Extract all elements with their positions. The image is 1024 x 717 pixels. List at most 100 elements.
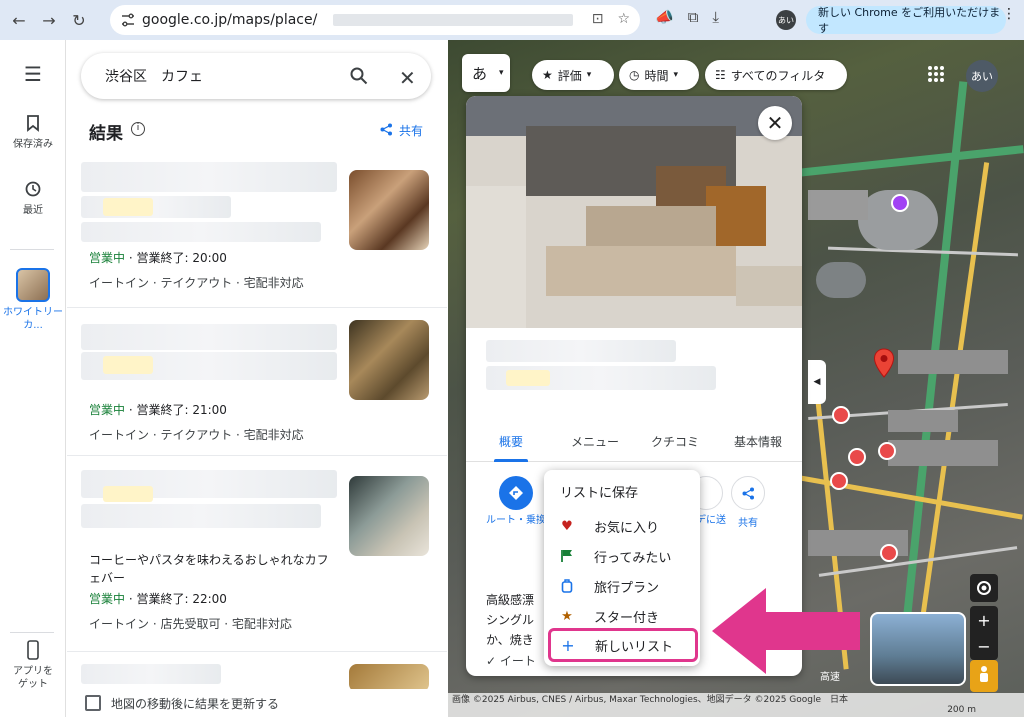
star-icon: ★ [542,68,553,82]
menu-item-new-list[interactable]: + 新しいリスト [548,628,698,662]
map-scale: 200 m [947,705,976,715]
place-photo [466,96,802,328]
open-label: 営業中 [89,592,126,606]
info-icon[interactable]: i [131,122,145,136]
street-view-pegman-icon[interactable] [970,660,998,692]
rail-recent[interactable]: 最近 [0,180,66,216]
all-filters-chip[interactable]: ☷ すべてのフィルタ [705,60,847,90]
redacted-rating [103,356,153,374]
place-tabs: 概要 メニュー クチコミ 基本情報 [466,422,802,462]
tab-about[interactable]: 基本情報 [716,422,800,461]
restaurant-marker[interactable] [832,406,850,424]
redacted-address [81,504,321,528]
update-on-move-checkbox[interactable] [85,695,101,711]
close-icon[interactable]: ✕ [399,66,416,90]
get-app-label: アプリをゲット [13,666,53,690]
selected-place-pin[interactable] [873,348,895,378]
street-view-thumbnail[interactable] [870,612,966,686]
suitcase-icon [558,579,576,593]
address-bar[interactable]: google.co.jp/maps/place/ ⊡ ☆ [110,5,640,35]
redacted-label [808,190,868,220]
extensions-icon[interactable]: ⧉ [688,8,699,26]
share-place-button[interactable]: 共有 [718,476,778,529]
collapse-panel-button[interactable]: ◀ [808,360,826,404]
url-redacted [333,14,574,26]
tab-overview[interactable]: 概要 [466,422,556,462]
url-text: google.co.jp/maps/place/ [142,12,318,28]
share-icon [731,476,765,510]
zoom-in-button[interactable]: + [970,606,998,634]
redacted-rating [103,486,153,502]
restaurant-marker[interactable] [878,442,896,460]
results-title: 結果 [89,124,123,144]
tune-icon: ☷ [715,68,726,82]
result-card[interactable]: 営業中 · 営業終了: 21:00 イートイン · テイクアウト · 宅配非対応 [67,308,447,456]
share-label: 共有 [398,124,423,138]
download-icon[interactable]: ⤓ [712,8,719,26]
purple-place-marker[interactable] [891,194,909,212]
rail-selected-place[interactable]: ホワイトリー カ... [0,268,66,332]
redacted-place-name [486,340,676,362]
search-input[interactable]: 渋谷区 カフェ [105,66,335,86]
closing-time: · 営業終了: 20:00 [125,251,227,265]
restaurant-marker[interactable] [848,448,866,466]
megaphone-icon[interactable]: 📣 [655,8,674,26]
menu-item-label: 旅行プラン [594,580,660,596]
get-app-button[interactable]: アプリをゲット [0,640,66,691]
my-location-button[interactable] [970,574,998,602]
menu-icon[interactable]: ☰ [0,62,66,86]
profile-avatar[interactable]: あい [776,10,796,30]
open-status: 営業中 · 営業終了: 21:00 [89,401,227,418]
menu-item-label: 新しいリスト [595,639,674,655]
tab-reviews[interactable]: クチコミ [634,422,716,461]
menu-item-favorites[interactable]: ♥ お気に入り [544,512,700,540]
menu-item-want-to-go[interactable]: 行ってみたい [544,542,700,570]
menu-item-travel-plans[interactable]: 旅行プラン [544,572,700,600]
search-icon[interactable] [349,66,369,89]
restaurant-marker[interactable] [880,544,898,562]
service-options: イートイン · 店先受取可 · 宅配非対応 [89,617,292,631]
result-card[interactable]: コーヒーやパスタを味わえるおしゃれなカフェバー 営業中 · 営業終了: 22:0… [67,456,447,652]
rating-chip-label: 評価 [557,68,582,83]
rating-filter-chip[interactable]: ★ 評価 ▾ [532,60,614,90]
result-card[interactable]: 営業中 · 営業終了: 20:00 イートイン · テイクアウト · 宅配非対応 [67,158,447,308]
result-card[interactable] [67,652,447,692]
install-app-icon[interactable]: ⊡ [592,11,604,27]
share-results-button[interactable]: 共有 [380,122,423,139]
bookmark-star-icon[interactable]: ☆ [617,11,630,27]
reload-icon[interactable]: ↻ [64,5,94,35]
share-place-label: 共有 [738,518,758,529]
forward-arrow-icon[interactable]: → [34,5,64,35]
save-menu-title: リストに保存 [560,486,639,501]
site-settings-icon[interactable] [114,12,142,28]
rail-saved[interactable]: 保存済み [0,114,66,150]
hours-filter-chip[interactable]: ◷ 時間 ▾ [619,60,699,90]
search-box[interactable]: 渋谷区 カフェ ✕ [81,53,431,99]
route-button[interactable]: ルート・乗換 [486,476,546,528]
more-menu-icon[interactable]: ⋮ [1002,6,1016,22]
service-options: イートイン · テイクアウト · 宅配非対応 [89,428,304,442]
close-card-button[interactable]: ✕ [758,106,792,140]
history-icon [0,180,66,201]
zoom-out-button[interactable]: − [970,632,998,660]
chrome-update-button[interactable]: 新しい Chrome をご利用いただけます [806,6,1006,35]
input-language-button[interactable]: あ ▾ [462,54,510,92]
redacted-name [81,324,337,350]
service-options: イートイン · テイクアウト · 宅配非対応 [89,276,304,290]
update-on-move-bar: 地図の移動後に結果を更新する [67,689,447,717]
restaurant-marker[interactable] [830,472,848,490]
menu-item-label: スター付き [594,610,660,626]
heart-icon: ♥ [561,518,573,534]
map-attribution: 画像 ©2025 Airbus, CNES / Airbus, Maxar Te… [448,693,1024,717]
left-rail: ☰ 保存済み 最近 ホワイトリー カ... アプリをゲット [0,40,66,717]
redacted-place-name [486,340,716,390]
account-avatar[interactable]: あい [966,60,998,92]
menu-item-starred[interactable]: ★ スター付き [544,602,700,630]
back-arrow-icon[interactable]: ← [4,5,34,35]
chevron-down-icon: ▾ [673,70,679,80]
bookmark-icon [0,114,66,135]
save-to-list-menu: リストに保存 ♥ お気に入り 行ってみたい 旅行プラン ★ スター付き + 新し… [544,470,700,666]
chevron-down-icon: ▾ [499,68,504,78]
tab-menu[interactable]: メニュー [556,422,634,461]
google-apps-icon[interactable] [927,65,945,86]
